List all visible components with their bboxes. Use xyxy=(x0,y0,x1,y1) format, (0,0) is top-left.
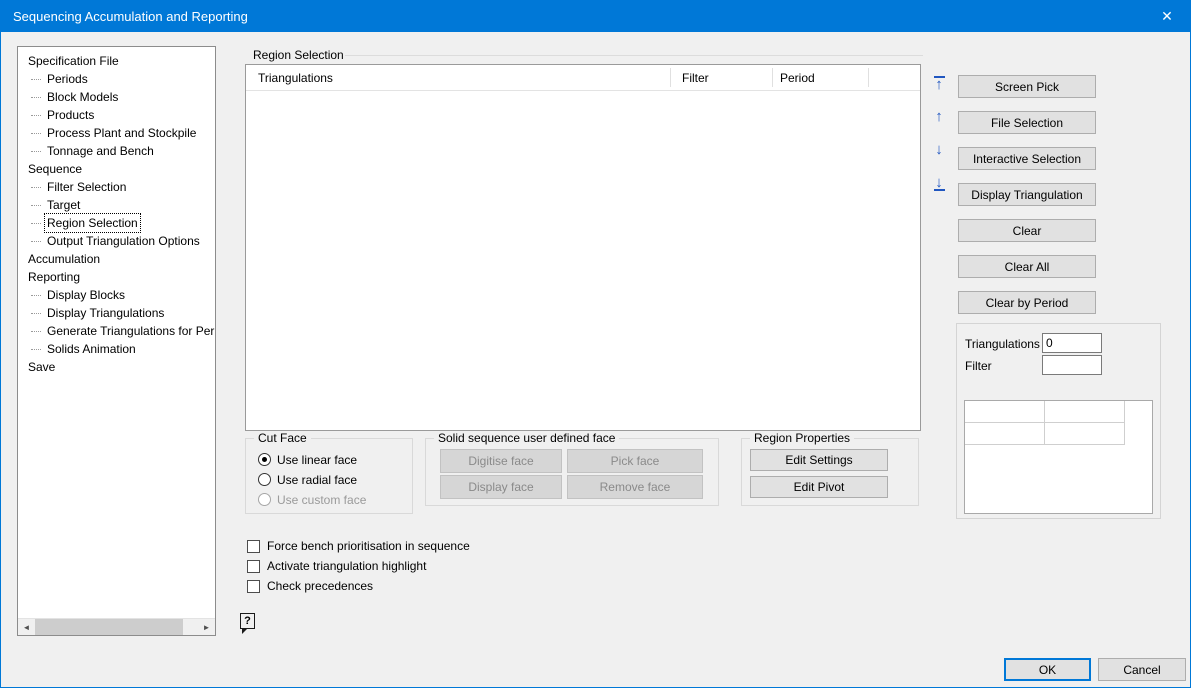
table-body-empty xyxy=(246,91,920,431)
radio-icon xyxy=(258,453,271,466)
tree-item-display-triangulations[interactable]: Display Triangulations xyxy=(18,304,215,322)
move-top-icon: ↑ xyxy=(930,76,948,91)
tree-item-products[interactable]: Products xyxy=(18,106,215,124)
checkbox-icon xyxy=(247,580,260,593)
region-properties-group: Region Properties Edit Settings Edit Piv… xyxy=(741,438,919,506)
tree-item-solids-animation[interactable]: Solids Animation xyxy=(18,340,215,358)
tree-item-process-plant-and-stockpile[interactable]: Process Plant and Stockpile xyxy=(18,124,215,142)
solid-sequence-group-label: Solid sequence user defined face xyxy=(434,431,619,445)
checkbox-icon xyxy=(247,560,260,573)
checkbox-icon xyxy=(247,540,260,553)
move-up-button[interactable]: ↑ xyxy=(930,110,948,123)
window-title: Sequencing Accumulation and Reporting xyxy=(13,9,248,24)
tree-item-display-blocks[interactable]: Display Blocks xyxy=(18,286,215,304)
dialog-window: Sequencing Accumulation and Reporting ✕ … xyxy=(0,0,1191,688)
radio-use-radial-face[interactable]: Use radial face xyxy=(258,472,357,487)
column-separator xyxy=(772,68,773,87)
column-header-filter: Filter xyxy=(682,65,709,91)
tree-item-target[interactable]: Target xyxy=(18,196,215,214)
group-divider xyxy=(345,55,923,56)
checkbox-force-bench-prioritisation[interactable]: Force bench prioritisation in sequence xyxy=(247,538,470,554)
move-down-button[interactable]: ↓ xyxy=(930,143,948,156)
screen-pick-button[interactable]: Screen Pick xyxy=(958,75,1096,98)
column-separator xyxy=(670,68,671,87)
tree-horizontal-scrollbar[interactable]: ◄ ► xyxy=(18,618,215,635)
move-bottom-icon: ↓ xyxy=(930,176,948,191)
edit-pivot-button[interactable]: Edit Pivot xyxy=(750,476,888,498)
tree-item-block-models[interactable]: Block Models xyxy=(18,88,215,106)
tree-item-list: Specification File Periods Block Models … xyxy=(18,47,215,376)
tree-item-output-triangulation-options[interactable]: Output Triangulation Options xyxy=(18,232,215,250)
digitise-face-button: Digitise face xyxy=(440,449,562,473)
scrollbar-thumb[interactable] xyxy=(35,619,183,635)
tree-item-save[interactable]: Save xyxy=(18,358,215,376)
column-header-triangulations: Triangulations xyxy=(258,65,333,91)
summary-mini-grid xyxy=(965,401,1152,445)
summary-grid-panel xyxy=(964,400,1153,514)
tree-item-sequence[interactable]: Sequence xyxy=(18,160,215,178)
remove-face-button: Remove face xyxy=(567,475,703,499)
table-header: Triangulations Filter Period xyxy=(246,65,920,91)
close-icon[interactable]: ✕ xyxy=(1144,1,1190,32)
scroll-right-icon[interactable]: ► xyxy=(198,619,215,635)
display-face-button: Display face xyxy=(440,475,562,499)
grid-cell xyxy=(965,401,1045,423)
tree-item-tonnage-and-bench[interactable]: Tonnage and Bench xyxy=(18,142,215,160)
solid-sequence-face-group: Solid sequence user defined face Digitis… xyxy=(425,438,719,506)
tree-item-accumulation[interactable]: Accumulation xyxy=(18,250,215,268)
checkbox-check-precedences[interactable]: Check precedences xyxy=(247,578,373,594)
pick-face-button: Pick face xyxy=(567,449,703,473)
triangulations-count-field[interactable] xyxy=(1042,333,1102,353)
tree-item-specification-file[interactable]: Specification File xyxy=(18,52,215,70)
interactive-selection-button[interactable]: Interactive Selection xyxy=(958,147,1096,170)
tree-item-filter-selection[interactable]: Filter Selection xyxy=(18,178,215,196)
region-properties-group-label: Region Properties xyxy=(750,431,854,445)
radio-use-custom-face: Use custom face xyxy=(258,492,366,507)
triangulations-count-label: Triangulations xyxy=(965,337,1040,351)
filter-count-label: Filter xyxy=(965,359,992,373)
cancel-button[interactable]: Cancel xyxy=(1098,658,1186,681)
tree-item-region-selection[interactable]: Region Selection xyxy=(18,214,215,232)
ok-button[interactable]: OK xyxy=(1004,658,1091,681)
file-selection-button[interactable]: File Selection xyxy=(958,111,1096,134)
column-header-period: Period xyxy=(780,65,815,91)
grid-cell xyxy=(965,423,1045,445)
move-to-bottom-button[interactable]: ↓ xyxy=(930,176,948,191)
region-selection-group-label: Region Selection xyxy=(253,48,348,62)
clear-button[interactable]: Clear xyxy=(958,219,1096,242)
clear-by-period-button[interactable]: Clear by Period xyxy=(958,291,1096,314)
help-icon[interactable]: ? xyxy=(240,613,255,629)
tree-item-periods[interactable]: Periods xyxy=(18,70,215,88)
radio-icon xyxy=(258,473,271,486)
navigation-tree: Specification File Periods Block Models … xyxy=(17,46,216,636)
cut-face-group: Cut Face Use linear face Use radial face… xyxy=(245,438,413,514)
radio-use-linear-face[interactable]: Use linear face xyxy=(258,452,357,467)
grid-cell xyxy=(1045,423,1125,445)
triangulations-table: Triangulations Filter Period xyxy=(245,64,921,431)
display-triangulation-button[interactable]: Display Triangulation xyxy=(958,183,1096,206)
move-down-icon: ↓ xyxy=(930,143,948,156)
grid-cell xyxy=(1045,401,1125,423)
tree-item-reporting[interactable]: Reporting xyxy=(18,268,215,286)
checkbox-activate-triangulation-highlight[interactable]: Activate triangulation highlight xyxy=(247,558,426,574)
move-up-icon: ↑ xyxy=(930,110,948,123)
cut-face-group-label: Cut Face xyxy=(254,431,311,445)
clear-all-button[interactable]: Clear All xyxy=(958,255,1096,278)
summary-box: Triangulations Filter xyxy=(956,323,1161,519)
titlebar[interactable]: Sequencing Accumulation and Reporting xyxy=(1,1,1190,32)
column-separator xyxy=(868,68,869,87)
tree-item-generate-triangulations-for-period[interactable]: Generate Triangulations for Peric xyxy=(18,322,215,340)
scroll-left-icon[interactable]: ◄ xyxy=(18,619,35,635)
edit-settings-button[interactable]: Edit Settings xyxy=(750,449,888,471)
filter-count-field[interactable] xyxy=(1042,355,1102,375)
radio-icon xyxy=(258,493,271,506)
move-to-top-button[interactable]: ↑ xyxy=(930,76,948,91)
